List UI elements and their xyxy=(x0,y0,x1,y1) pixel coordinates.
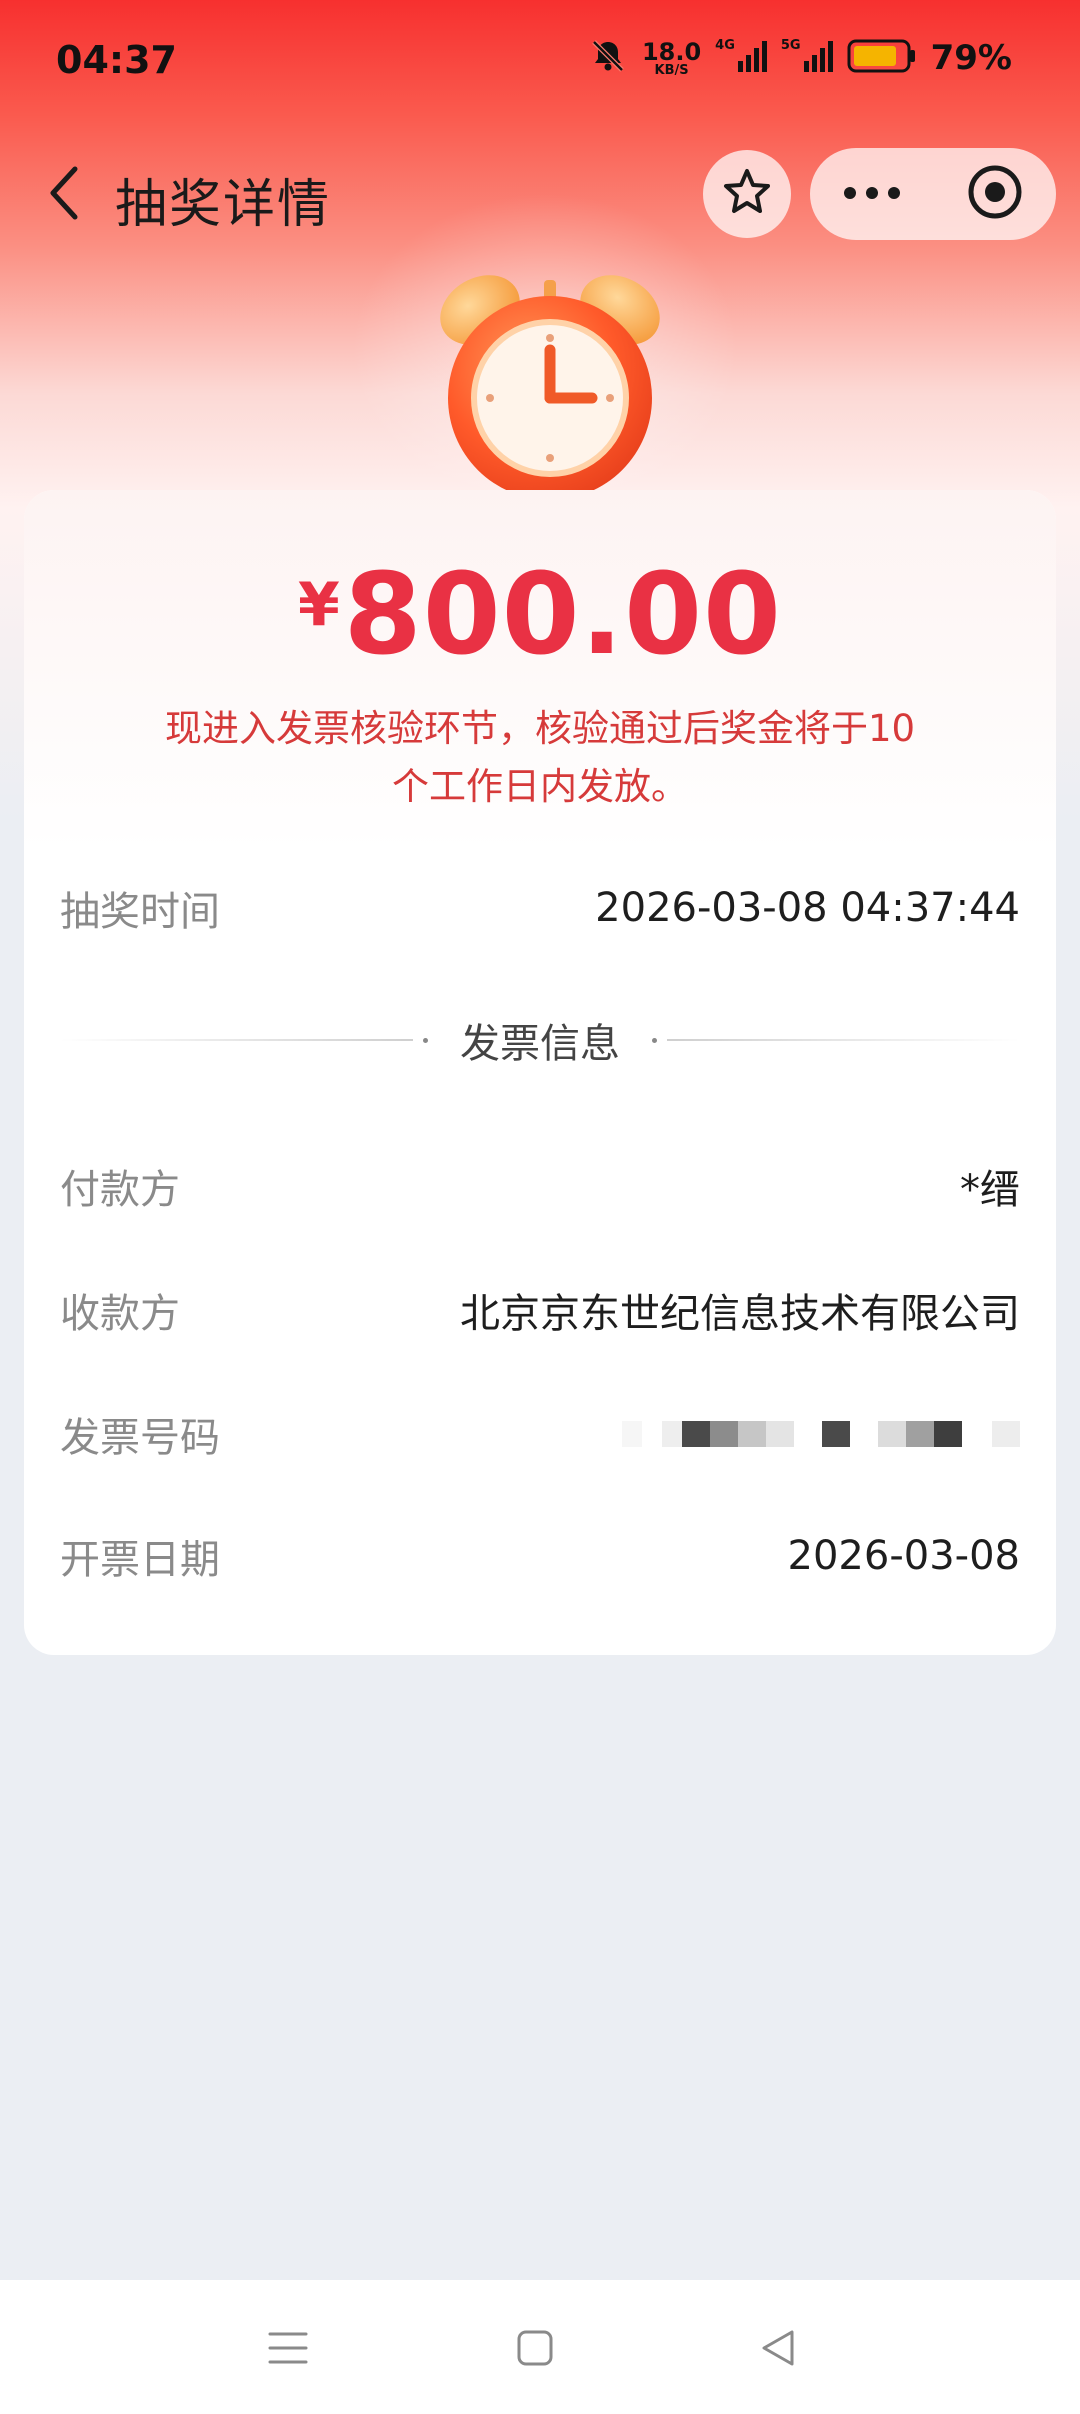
draw-time-label: 抽奖时间 xyxy=(60,889,220,935)
prize-amount: ¥800.00 xyxy=(24,550,1056,680)
battery-icon xyxy=(847,38,917,78)
star-outline-icon xyxy=(721,166,773,222)
network-speed-unit: KB/S xyxy=(654,62,689,78)
invoice-number-label: 发票号码 xyxy=(60,1415,220,1461)
more-button[interactable] xyxy=(810,148,933,240)
notice-line-2: 个工作日内发放。 xyxy=(392,765,688,808)
payee-value: 北京京东世纪信息技术有限公司 xyxy=(460,1291,1020,1337)
system-nav-bar xyxy=(0,2280,1080,2414)
prize-detail-card: ¥800.00 现进入发票核验环节，核验通过后奖金将于10 个工作日内发放。 抽… xyxy=(24,490,1056,1655)
currency-symbol: ¥ xyxy=(298,570,340,640)
close-button[interactable] xyxy=(933,148,1056,240)
mute-bell-icon xyxy=(588,36,628,80)
chevron-left-icon xyxy=(45,163,85,227)
invoice-date-value: 2026-03-08 xyxy=(787,1533,1020,1579)
signal-5g-icon xyxy=(803,39,833,77)
draw-time-row: 抽奖时间 2026-03-08 04:37:44 xyxy=(60,878,1020,938)
divider-dot-left xyxy=(423,1037,428,1043)
battery-percent: 79% xyxy=(930,38,1012,78)
payer-label: 付款方 xyxy=(60,1167,180,1213)
draw-time-value: 2026-03-08 04:37:44 xyxy=(595,885,1020,931)
invoice-section-divider: 发票信息 xyxy=(60,1010,1020,1070)
status-icons: 18.0 KB/S 4G 5G 79% xyxy=(588,36,1012,80)
net-4g-label: 4G xyxy=(715,38,735,53)
home-button[interactable] xyxy=(495,2310,575,2390)
mini-program-capsule xyxy=(810,148,1056,240)
divider-dot-right xyxy=(652,1037,657,1043)
invoice-section-title: 发票信息 xyxy=(460,1021,620,1067)
more-dots-icon xyxy=(842,185,902,204)
payee-row: 收款方 北京京东世纪信息技术有限公司 xyxy=(60,1280,1020,1340)
network-speed-value: 18.0 xyxy=(641,37,702,66)
back-triangle-icon xyxy=(758,2328,798,2372)
network-speed: 18.0 KB/S xyxy=(642,40,701,77)
invoice-number-row: 发票号码 xyxy=(60,1404,1020,1464)
status-time: 04:37 xyxy=(56,38,177,82)
recent-apps-button[interactable] xyxy=(248,2310,328,2390)
target-circle-icon xyxy=(967,164,1023,224)
payee-label: 收款方 xyxy=(60,1291,180,1337)
status-bar: 04:37 18.0 KB/S 4G 5G 79% xyxy=(0,0,1080,125)
invoice-number-masked xyxy=(622,1420,1020,1448)
alarm-clock-illustration xyxy=(410,258,690,500)
signal-4g-icon xyxy=(737,39,767,77)
favorite-button[interactable] xyxy=(703,150,791,238)
home-square-icon xyxy=(515,2328,555,2372)
divider-line-right xyxy=(667,1039,1020,1041)
page-title: 抽奖详情 xyxy=(115,175,332,235)
divider-line-left xyxy=(60,1039,413,1041)
payer-row: 付款方 *缙 xyxy=(60,1156,1020,1216)
net-5g-label: 5G xyxy=(780,38,801,53)
prize-notice: 现进入发票核验环节，核验通过后奖金将于10 个工作日内发放。 xyxy=(124,700,956,816)
payer-value: *缙 xyxy=(960,1167,1020,1213)
invoice-date-row: 开票日期 2026-03-08 xyxy=(60,1526,1020,1586)
menu-lines-icon xyxy=(266,2328,310,2372)
notice-line-1: 现进入发票核验环节，核验通过后奖金将于10 xyxy=(164,707,916,750)
back-button[interactable] xyxy=(30,160,100,230)
invoice-date-label: 开票日期 xyxy=(60,1537,220,1583)
page-header: 抽奖详情 xyxy=(0,140,1080,250)
back-nav-button[interactable] xyxy=(738,2310,818,2390)
amount-value: 800.00 xyxy=(343,550,782,680)
